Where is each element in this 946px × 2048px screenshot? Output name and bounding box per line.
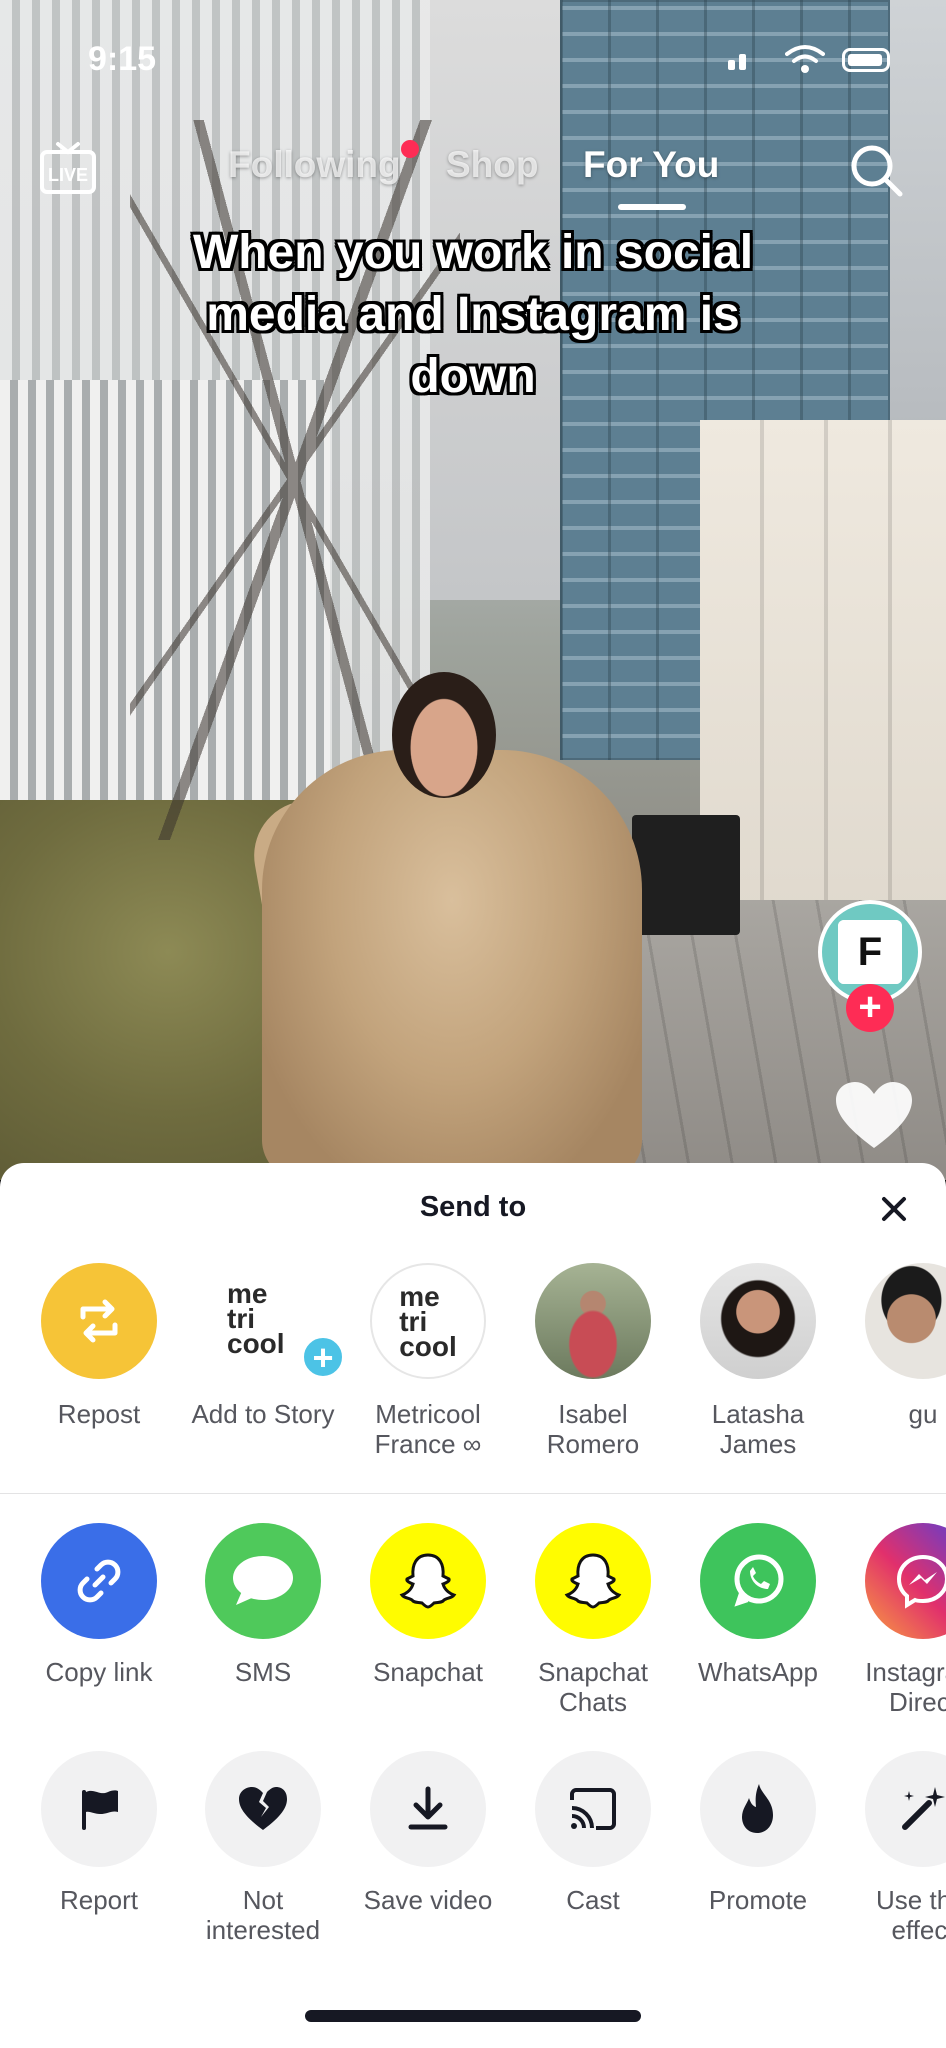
follow-button[interactable]: + — [846, 984, 894, 1032]
contact-metricool-france[interactable]: me tri cool Metricool France ∞ — [353, 1263, 503, 1459]
add-badge: + — [301, 1335, 345, 1379]
contact-label: Latasha James — [711, 1399, 805, 1459]
search-icon[interactable] — [848, 142, 904, 198]
share-sheet: Send to Repost me tri cool + Add to Stor… — [0, 1163, 946, 2048]
broken-heart-icon — [205, 1751, 321, 1867]
app-label: Snapchat — [373, 1657, 483, 1687]
action-label: Cast — [566, 1885, 620, 1915]
contact-label: gu — [908, 1399, 938, 1429]
action-label: Report — [59, 1885, 139, 1915]
share-apps-row: Copy link SMS Snapchat Snapchat Chats Wh… — [0, 1523, 946, 1743]
copy-link-button[interactable]: Copy link — [24, 1523, 174, 1687]
tab-shop[interactable]: Shop — [446, 144, 538, 186]
person-head — [392, 672, 496, 798]
creator-logo: F — [838, 920, 902, 984]
add-to-story-item[interactable]: me tri cool + Add to Story — [188, 1263, 345, 1429]
story-avatar: me tri cool + — [205, 1263, 345, 1379]
contact-label: Repost — [57, 1399, 141, 1429]
svg-text:LIVE: LIVE — [48, 165, 88, 185]
battery-icon — [842, 48, 890, 72]
contact-latasha-james[interactable]: Latasha James — [683, 1263, 833, 1459]
ghost-icon — [370, 1523, 486, 1639]
action-label: Not interested — [205, 1885, 321, 1945]
cast-button[interactable]: Cast — [518, 1751, 668, 1915]
avatar — [700, 1263, 816, 1379]
logo-line: cool — [227, 1328, 285, 1359]
app-label: Snapchat Chats — [538, 1657, 648, 1717]
creator-logo-letter: F — [838, 920, 902, 984]
avatar — [865, 1263, 946, 1379]
logo-line: me — [399, 1280, 440, 1312]
action-label: Promote — [708, 1885, 808, 1915]
whatsapp-button[interactable]: WhatsApp — [683, 1523, 833, 1687]
link-icon — [41, 1523, 157, 1639]
status-bar: 9:15 — [0, 0, 946, 120]
flame-icon — [700, 1751, 816, 1867]
actions-row: Report Not interested Save video Cast Pr… — [0, 1751, 946, 1971]
infinity-badge: ∞ — [462, 1429, 482, 1459]
ghost-icon — [535, 1523, 651, 1639]
tab-for-you[interactable]: For You — [583, 144, 719, 186]
action-label: Save video — [363, 1885, 493, 1915]
tab-following[interactable]: Following — [228, 144, 401, 186]
notification-dot — [401, 140, 419, 158]
live-tv-icon[interactable]: LIVE — [38, 140, 98, 196]
share-sheet-title: Send to — [419, 1191, 527, 1223]
divider — [0, 1493, 946, 1494]
home-indicator — [305, 2010, 641, 2022]
cellular-signal-icon — [728, 52, 750, 70]
person-fur-coat — [262, 750, 642, 1180]
wifi-icon — [785, 45, 825, 73]
snapchat-button[interactable]: Snapchat — [353, 1523, 503, 1687]
contact-gu[interactable]: gu — [848, 1263, 946, 1429]
chat-bubble-icon — [205, 1523, 321, 1639]
app-label: Instagram Direct — [865, 1657, 946, 1717]
contact-isabel-romero[interactable]: Isabel Romero — [518, 1263, 668, 1459]
use-effect-button[interactable]: Use this effect — [848, 1751, 946, 1945]
avatar: me tri cool — [370, 1263, 486, 1379]
report-button[interactable]: Report — [24, 1751, 174, 1915]
logo-line: tri — [399, 1305, 428, 1337]
avatar — [535, 1263, 651, 1379]
sms-button[interactable]: SMS — [188, 1523, 338, 1687]
effect-icon — [865, 1751, 946, 1867]
app-label: Copy link — [45, 1657, 153, 1687]
trash-bin — [632, 815, 740, 935]
top-nav: LIVE Following Shop For You — [0, 130, 946, 220]
download-icon — [370, 1751, 486, 1867]
action-label: Use this effect — [876, 1885, 946, 1945]
contacts-row: Repost me tri cool + Add to Story me tri… — [0, 1263, 946, 1483]
messenger-icon — [865, 1523, 946, 1639]
video-caption: When you work in social media and Instag… — [192, 226, 754, 403]
metricool-logo: me tri cool — [227, 1280, 285, 1359]
contact-label: Isabel Romero — [546, 1399, 640, 1459]
metricool-logo: me tri cool — [399, 1280, 457, 1362]
logo-line: cool — [399, 1330, 457, 1362]
repost-item[interactable]: Repost — [24, 1263, 174, 1429]
promote-button[interactable]: Promote — [683, 1751, 833, 1915]
app-label: WhatsApp — [698, 1657, 818, 1687]
snapchat-chats-button[interactable]: Snapchat Chats — [518, 1523, 668, 1717]
whatsapp-icon — [700, 1523, 816, 1639]
instagram-direct-button[interactable]: Instagram Direct — [848, 1523, 946, 1717]
heart-icon[interactable] — [834, 1080, 914, 1150]
cast-icon — [535, 1751, 651, 1867]
not-interested-button[interactable]: Not interested — [188, 1751, 338, 1945]
contact-label: Add to Story — [191, 1399, 335, 1429]
app-label: SMS — [234, 1657, 292, 1687]
active-tab-indicator — [618, 204, 686, 210]
repost-icon — [41, 1263, 157, 1379]
save-video-button[interactable]: Save video — [353, 1751, 503, 1915]
status-time: 9:15 — [88, 40, 157, 78]
close-icon[interactable] — [872, 1187, 916, 1231]
contact-label: Metricool France ∞ — [353, 1399, 503, 1459]
flag-icon — [41, 1751, 157, 1867]
